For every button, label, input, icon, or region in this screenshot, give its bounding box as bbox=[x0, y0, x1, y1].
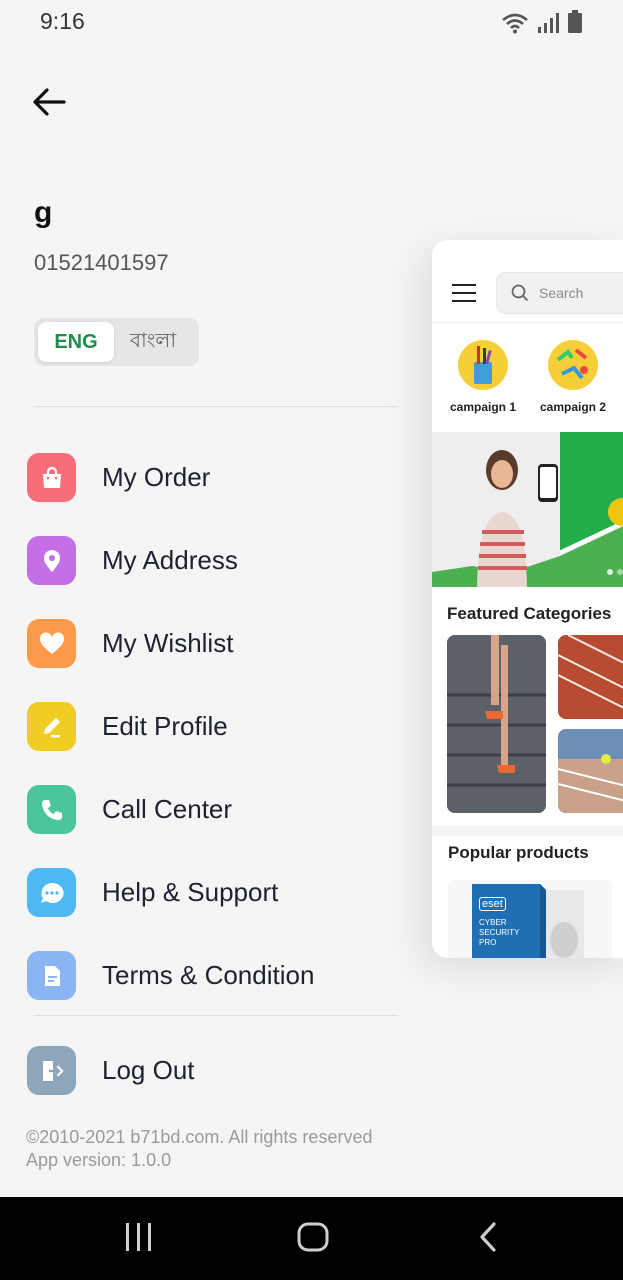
heart-icon bbox=[27, 619, 76, 668]
battery-icon bbox=[568, 10, 582, 33]
logout-icon bbox=[27, 1046, 76, 1095]
product-card: eset CYBER SECURITY PRO bbox=[448, 880, 612, 958]
system-back-button[interactable] bbox=[474, 1217, 504, 1257]
menu-item-my-address[interactable]: My Address bbox=[27, 519, 314, 602]
preview-search-placeholder: Search bbox=[539, 285, 584, 301]
status-bar: 9:16 bbox=[0, 0, 623, 44]
recent-apps-icon bbox=[126, 1223, 151, 1251]
menu-label: Help & Support bbox=[102, 877, 279, 907]
pencil-icon bbox=[27, 702, 76, 751]
home-button[interactable] bbox=[296, 1217, 330, 1257]
popular-products-title: Popular products bbox=[448, 843, 589, 862]
signal-icon bbox=[538, 13, 559, 33]
logout-button[interactable]: Log Out bbox=[27, 1046, 195, 1095]
status-time: 9:16 bbox=[40, 8, 85, 34]
arrow-left-icon bbox=[33, 88, 66, 116]
shopping-bag-icon bbox=[27, 453, 76, 502]
divider bbox=[34, 1015, 398, 1016]
campaign-label: campaign 2 bbox=[539, 400, 607, 414]
product-box-line: CYBER bbox=[479, 918, 507, 927]
copyright-text: ©2010-2021 b71bd.com. All rights reserve… bbox=[26, 1127, 373, 1147]
product-box-brand: eset bbox=[479, 897, 506, 911]
category-tile-track bbox=[558, 635, 623, 719]
campaign-item: campaign 2 bbox=[533, 340, 613, 414]
search-icon bbox=[511, 284, 529, 302]
menu-label: My Order bbox=[102, 462, 211, 492]
product-box-line: PRO bbox=[479, 938, 497, 947]
menu-label: My Address bbox=[102, 545, 238, 575]
language-toggle: ENG বাংলা bbox=[34, 318, 199, 366]
hamburger-menu-icon bbox=[452, 284, 476, 308]
user-name: g bbox=[34, 196, 53, 229]
user-phone: 01521401597 bbox=[34, 250, 169, 275]
promo-banner bbox=[432, 432, 623, 587]
menu-item-my-order[interactable]: My Order bbox=[27, 436, 314, 519]
featured-categories-title: Featured Categories bbox=[447, 604, 612, 623]
menu-label: My Wishlist bbox=[102, 628, 234, 658]
logout-label: Log Out bbox=[102, 1055, 195, 1085]
category-tile-sports bbox=[558, 729, 623, 813]
chevron-left-icon bbox=[480, 1222, 496, 1252]
chat-bubble-icon bbox=[27, 868, 76, 917]
home-preview-card[interactable]: Search campaign 1 campaign 2 Featured Ca… bbox=[432, 240, 623, 958]
status-icons bbox=[501, 10, 583, 34]
campaign-art-confetti bbox=[548, 340, 598, 390]
campaign-label: campaign 1 bbox=[449, 400, 517, 414]
campaign-art-brushes bbox=[458, 340, 508, 390]
home-circle-icon bbox=[297, 1222, 329, 1252]
wifi-icon bbox=[502, 13, 528, 34]
menu-item-terms-condition[interactable]: Terms & Condition bbox=[27, 934, 314, 1017]
language-option-bangla[interactable]: বাংলা bbox=[114, 322, 192, 362]
divider bbox=[34, 406, 398, 407]
category-tile-running bbox=[447, 635, 546, 813]
divider bbox=[432, 322, 623, 323]
profile-menu: My Order My Address My Wishlist Edit Pro… bbox=[27, 436, 314, 1017]
app-version-text: App version: 1.0.0 bbox=[26, 1150, 172, 1170]
recent-apps-button[interactable] bbox=[122, 1217, 156, 1257]
menu-label: Terms & Condition bbox=[102, 960, 315, 990]
product-box-line: SECURITY bbox=[479, 928, 520, 937]
menu-item-edit-profile[interactable]: Edit Profile bbox=[27, 685, 314, 768]
preview-search-bar: Search bbox=[496, 272, 623, 314]
location-pin-icon bbox=[27, 536, 76, 585]
menu-item-my-wishlist[interactable]: My Wishlist bbox=[27, 602, 314, 685]
document-icon bbox=[27, 951, 76, 1000]
menu-item-call-center[interactable]: Call Center bbox=[27, 768, 314, 851]
phone-icon bbox=[27, 785, 76, 834]
back-button[interactable] bbox=[30, 84, 70, 120]
menu-label: Call Center bbox=[102, 794, 233, 824]
campaign-item: campaign 1 bbox=[443, 340, 523, 414]
section-gap bbox=[432, 826, 623, 836]
system-navigation-bar bbox=[0, 1197, 623, 1280]
menu-label: Edit Profile bbox=[102, 711, 228, 741]
language-option-english[interactable]: ENG bbox=[38, 322, 114, 362]
menu-item-help-support[interactable]: Help & Support bbox=[27, 851, 314, 934]
